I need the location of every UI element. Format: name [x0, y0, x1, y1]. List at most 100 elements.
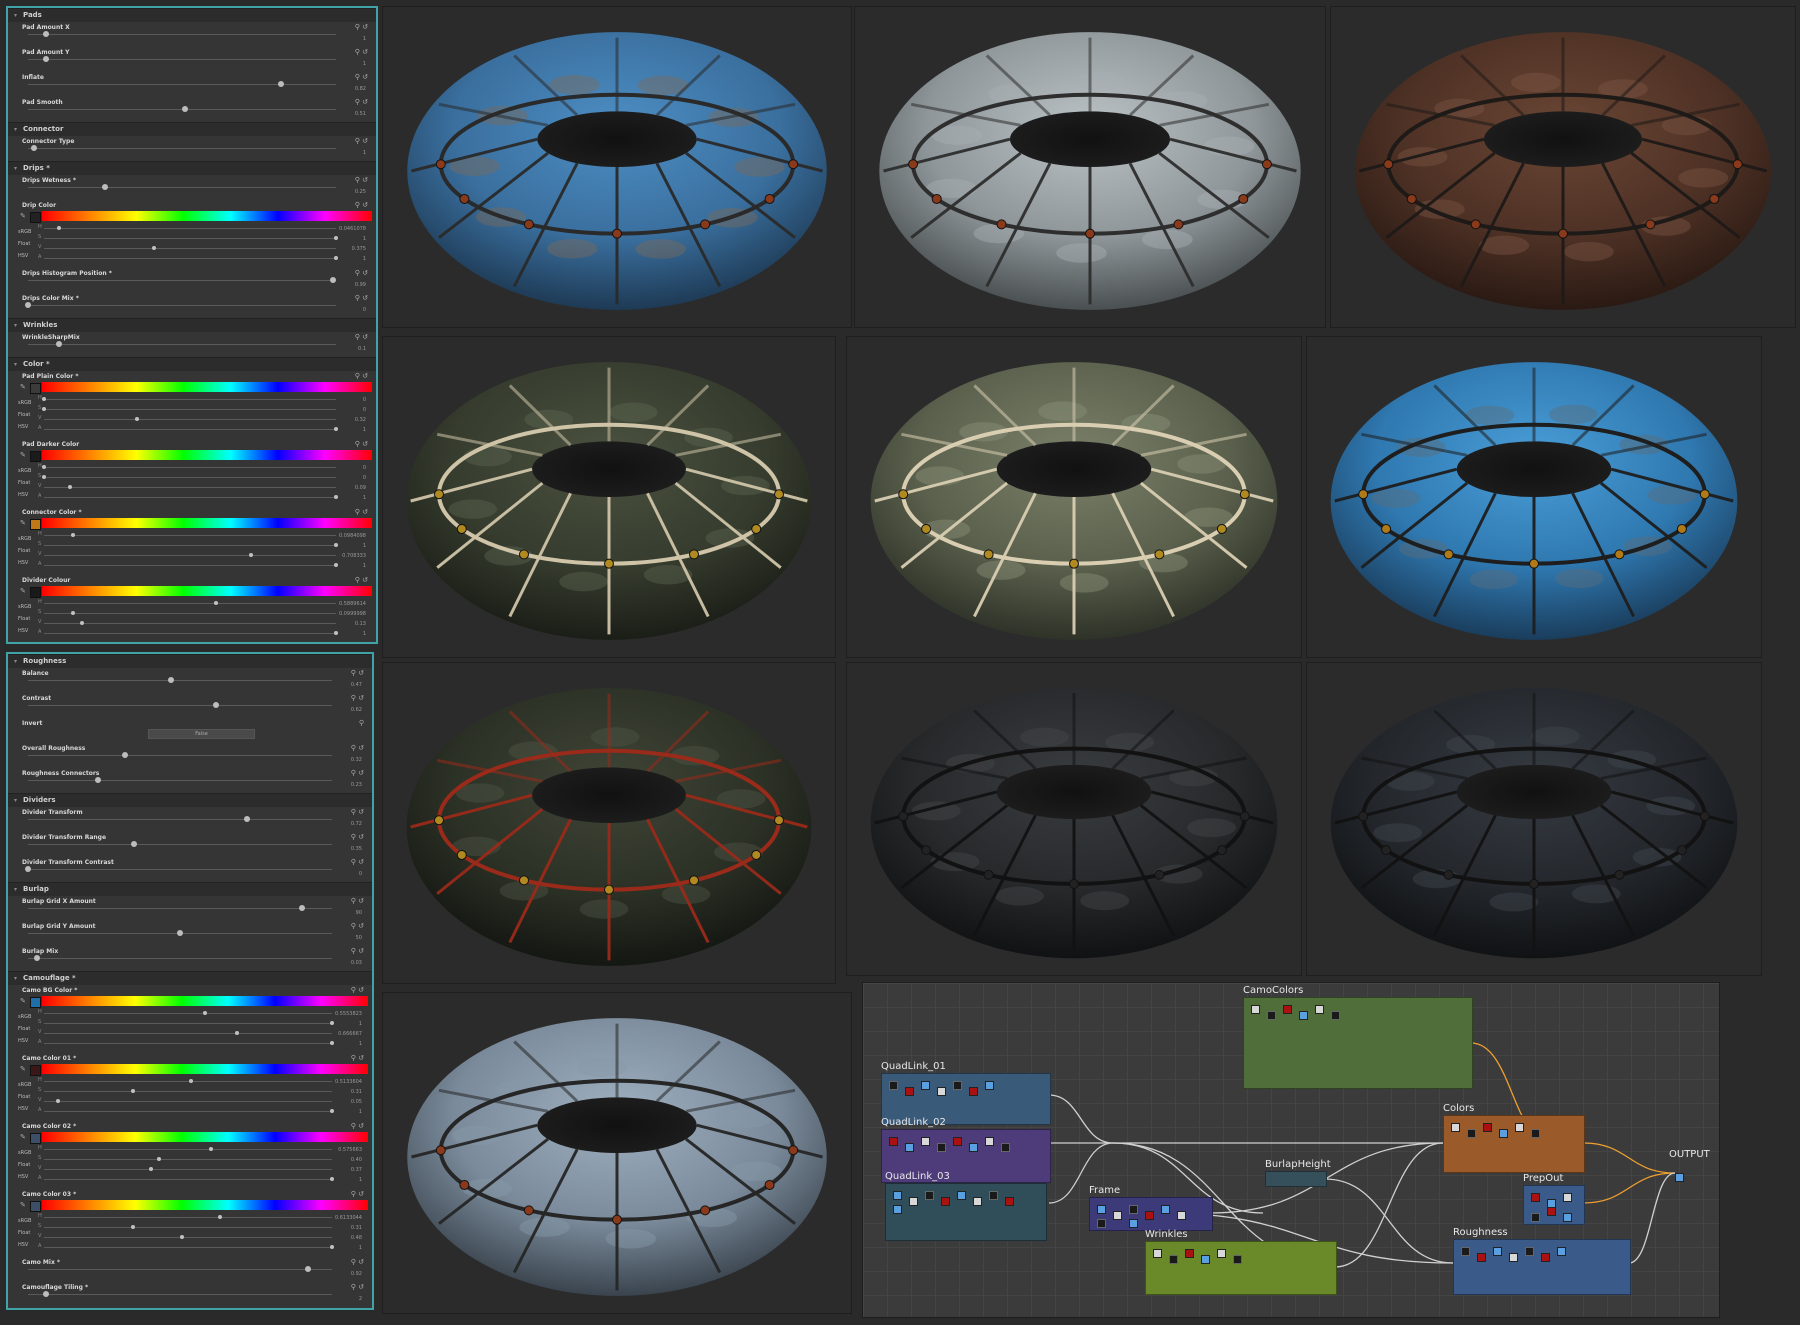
slider-handle[interactable]	[94, 777, 101, 783]
pin-reset-icons[interactable]: ⚲ ↺	[355, 98, 368, 106]
slider-track[interactable]	[28, 1266, 332, 1272]
eyedropper-icon[interactable]: ✎	[20, 997, 26, 1005]
slider-track[interactable]	[28, 905, 332, 911]
chevron-down-icon[interactable]: ▾	[14, 123, 23, 136]
section-header[interactable]: ▾ Burlap	[8, 882, 372, 896]
slider-track[interactable]	[28, 81, 336, 87]
color-channel-slider[interactable]: V	[38, 1097, 332, 1103]
pin-reset-icons[interactable]: ⚲ ↺	[355, 576, 368, 584]
color-channel-slider[interactable]: V	[38, 1165, 332, 1171]
color-mode-option[interactable]: HSV	[18, 557, 31, 569]
slider-handle[interactable]	[182, 106, 189, 112]
graph-node[interactable]	[1531, 1129, 1540, 1138]
pin-reset-icons[interactable]: ⚲ ↺	[355, 508, 368, 516]
eyedropper-icon[interactable]: ✎	[20, 587, 26, 595]
slider-track[interactable]	[28, 31, 336, 37]
color-mode-option[interactable]: HSV	[18, 625, 31, 637]
hue-bar[interactable]	[42, 1200, 368, 1210]
graph-frame[interactable]	[885, 1183, 1047, 1241]
color-mode-option[interactable]: HSV	[18, 1239, 31, 1251]
pin-reset-icons[interactable]: ⚲ ↺	[351, 1283, 364, 1291]
pin-reset-icons[interactable]: ⚲ ↺	[351, 1122, 364, 1130]
pin-reset-icons[interactable]: ⚲ ↺	[351, 669, 364, 677]
graph-node[interactable]	[889, 1137, 898, 1146]
color-swatch[interactable]	[30, 212, 41, 223]
graph-node[interactable]	[909, 1197, 918, 1206]
eyedropper-icon[interactable]: ✎	[20, 519, 26, 527]
slider-handle[interactable]	[334, 543, 338, 547]
slider-handle[interactable]	[203, 1011, 208, 1015]
section-header[interactable]: ▾ Wrinkles	[8, 318, 376, 332]
render-viewport-blue-camo-rusty[interactable]	[382, 6, 852, 328]
pin-reset-icons[interactable]: ⚲ ↺	[355, 201, 368, 209]
graph-node[interactable]	[953, 1081, 962, 1090]
graph-node[interactable]	[953, 1137, 962, 1146]
slider-handle[interactable]	[334, 631, 338, 635]
color-swatch[interactable]	[30, 1133, 41, 1144]
hue-bar[interactable]	[42, 1064, 368, 1074]
color-channel-slider[interactable]: S	[38, 1087, 332, 1093]
graph-node[interactable]	[1217, 1249, 1226, 1258]
color-channel-slider[interactable]: H	[38, 224, 336, 230]
pin-reset-icons[interactable]: ⚲ ↺	[351, 986, 364, 994]
color-mode-option[interactable]: Float	[18, 1023, 31, 1035]
color-mode-option[interactable]: HSV	[18, 250, 31, 262]
slider-track[interactable]	[25, 866, 332, 872]
chevron-down-icon[interactable]: ▾	[14, 794, 23, 807]
pin-reset-icons[interactable]: ⚲ ↺	[355, 294, 368, 302]
slider-track[interactable]	[28, 955, 332, 961]
slider-handle[interactable]	[56, 1099, 61, 1103]
graph-node[interactable]	[937, 1143, 946, 1152]
color-mode-option[interactable]: HSV	[18, 1171, 31, 1183]
pin-reset-icons[interactable]: ⚲ ↺	[351, 947, 364, 955]
graph-node[interactable]	[1563, 1193, 1572, 1202]
slider-track[interactable]	[28, 777, 332, 783]
graph-node[interactable]	[1001, 1143, 1010, 1152]
hue-bar[interactable]	[42, 382, 372, 392]
slider-handle[interactable]	[68, 485, 73, 489]
color-mode-option[interactable]: Float	[18, 545, 31, 557]
slider-handle[interactable]	[330, 1245, 334, 1249]
slider-handle[interactable]	[334, 427, 338, 431]
pin-reset-icons[interactable]: ⚲ ↺	[355, 48, 368, 56]
section-header[interactable]: ▾ Dividers	[8, 793, 372, 807]
slider-handle[interactable]	[167, 677, 174, 683]
render-viewport-black-rubber[interactable]	[846, 662, 1302, 976]
color-mode-option[interactable]: sRGB	[18, 533, 31, 545]
graph-node[interactable]	[1531, 1193, 1540, 1202]
slider-handle[interactable]	[43, 1291, 50, 1297]
slider-handle[interactable]	[135, 417, 140, 421]
slider-track[interactable]	[28, 184, 336, 190]
color-channel-slider[interactable]: H	[38, 1077, 332, 1083]
color-channel-slider[interactable]: A	[38, 425, 338, 431]
graph-frame[interactable]	[1243, 997, 1473, 1089]
graph-node[interactable]	[1509, 1253, 1518, 1262]
color-channel-slider[interactable]: V	[38, 619, 336, 625]
color-channel-slider[interactable]: S	[38, 1223, 332, 1229]
section-header[interactable]: ▾ Drips *	[8, 161, 376, 175]
slider-handle[interactable]	[55, 341, 62, 347]
pin-reset-icons[interactable]: ⚲ ↺	[351, 833, 364, 841]
graph-node[interactable]	[1557, 1247, 1566, 1256]
graph-node[interactable]	[985, 1081, 994, 1090]
slider-track[interactable]	[28, 1291, 332, 1297]
color-channel-slider[interactable]: S	[38, 609, 336, 615]
render-viewport-rusty-brown[interactable]	[1330, 6, 1796, 328]
graph-node[interactable]	[925, 1191, 934, 1200]
hue-bar[interactable]	[42, 450, 372, 460]
graph-node[interactable]	[1097, 1205, 1106, 1214]
graph-node[interactable]	[937, 1087, 946, 1096]
color-channel-slider[interactable]: H	[38, 1009, 332, 1015]
slider-track[interactable]	[25, 302, 336, 308]
graph-node[interactable]	[1283, 1005, 1292, 1014]
eyedropper-icon[interactable]: ✎	[20, 1201, 26, 1209]
graph-node[interactable]	[1299, 1011, 1308, 1020]
slider-handle[interactable]	[334, 495, 338, 499]
section-header[interactable]: ▾ Color *	[8, 357, 376, 371]
color-swatch[interactable]	[30, 997, 41, 1008]
color-mode-option[interactable]: sRGB	[18, 226, 31, 238]
graph-node[interactable]	[1129, 1219, 1138, 1228]
pin-reset-icons[interactable]: ⚲ ↺	[351, 808, 364, 816]
color-channel-slider[interactable]: H	[38, 599, 336, 605]
slider-handle[interactable]	[157, 1157, 162, 1161]
